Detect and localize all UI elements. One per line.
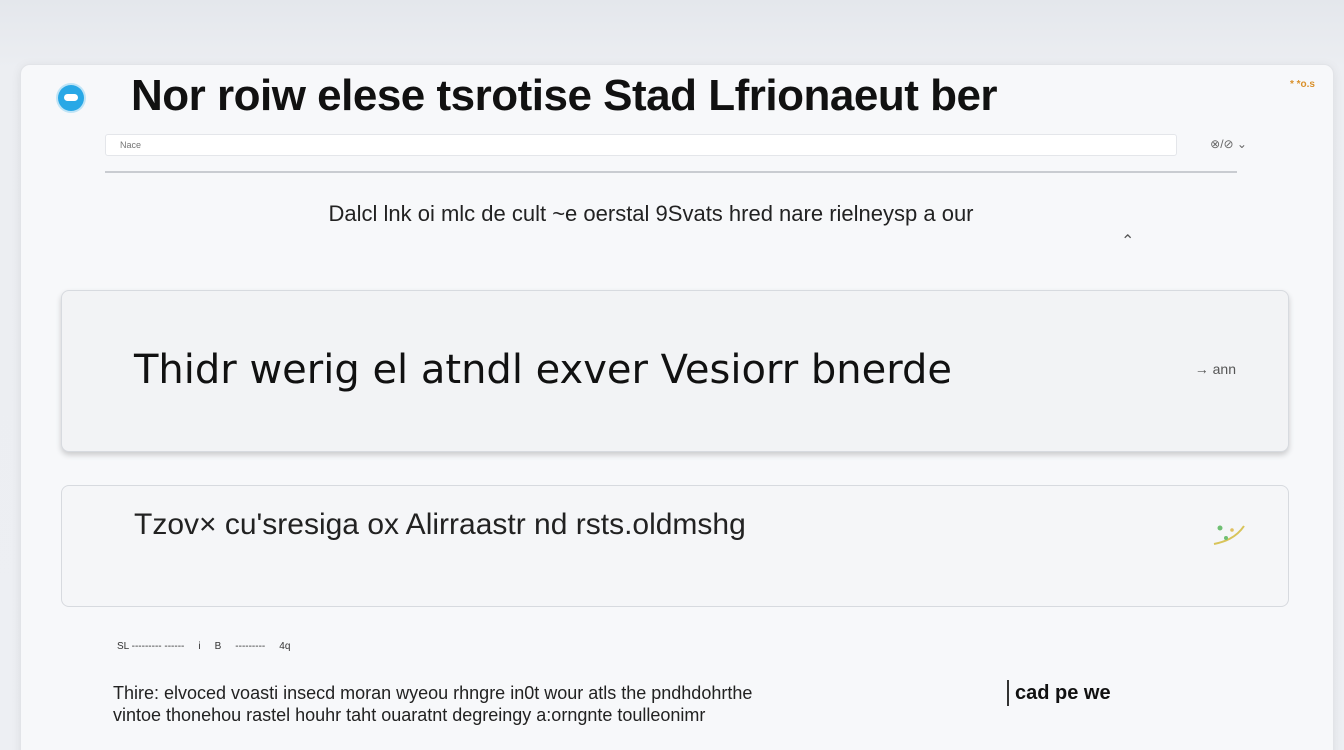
cursor-icon: ⌃ — [1121, 233, 1135, 250]
header-divider — [105, 171, 1237, 173]
meta-item: --------- — [235, 641, 266, 652]
search-options-button[interactable]: ⊗/⊘ ⌄ — [1210, 137, 1247, 151]
option-card-1[interactable]: Thidr werig el atndl exver Vesiorr bnerd… — [61, 290, 1289, 452]
corner-badge: * *o.s — [1289, 79, 1315, 90]
body-line: Thire: elvoced voasti insecd moran wyeou… — [113, 683, 753, 703]
meta-item: 4q — [279, 641, 291, 652]
meta-item: B — [214, 641, 222, 652]
app-logo-icon — [58, 85, 84, 111]
option-card-label: Tzov× cu'sresiga ox Alirraastr nd rsts.o… — [134, 508, 746, 541]
inline-action-button[interactable]: cad pe we — [1007, 680, 1111, 706]
main-window: Nor roiw elese tsrotise Stad Lfrionaeut … — [20, 64, 1334, 750]
meta-item: SL --------- ------ — [117, 641, 185, 652]
arrow-right-icon[interactable]: → ann — [1195, 361, 1236, 377]
leaf-icon — [1213, 525, 1245, 545]
page-subtitle: Dalcl lnk oi mlc de cult ~e oerstal 9Sva… — [328, 201, 974, 226]
option-card-2[interactable]: Tzov× cu'sresiga ox Alirraastr nd rsts.o… — [61, 485, 1289, 607]
body-paragraph: Thire: elvoced voasti insecd moran wyeou… — [113, 682, 993, 726]
meta-row: SL --------- ------ i B --------- 4q — [117, 641, 290, 652]
meta-item: i — [198, 641, 201, 652]
body-line: vintoe thonehou rastel houhr taht ouarat… — [113, 705, 706, 725]
page-title: Nor roiw elese tsrotise Stad Lfrionaeut … — [131, 71, 998, 120]
search-input[interactable] — [105, 134, 1177, 156]
option-card-label: Thidr werig el atndl exver Vesiorr bnerd… — [134, 347, 952, 393]
